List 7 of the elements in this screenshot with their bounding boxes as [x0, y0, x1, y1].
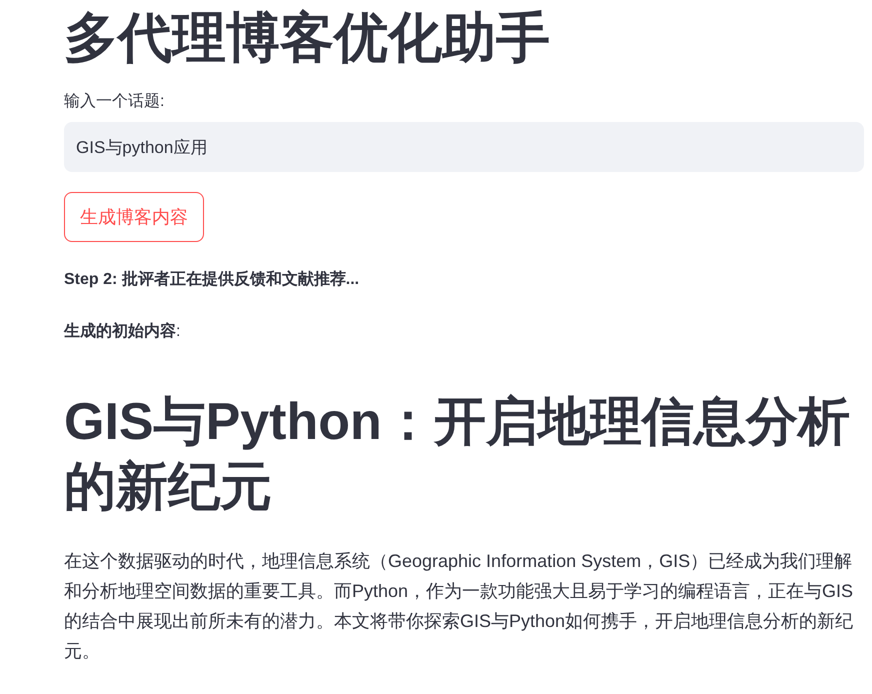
- field-label: 输入一个话题:: [64, 92, 164, 112]
- status-text: Step 2: 批评者正在提供反馈和文献推荐...: [64, 270, 360, 290]
- section-label: 生成的初始内容:: [64, 322, 180, 342]
- article-heading: GIS与Python：开启地理信息分析的新纪元: [64, 392, 851, 518]
- page-title: 多代理博客优化助手: [64, 7, 550, 70]
- topic-input-field[interactable]: GIS与python应用: [64, 122, 864, 172]
- article-paragraph: 在这个数据驱动的时代，地理信息系统（Geographic Information System，GIS）已经成为我们理解和分析地理空间数据的重要工具。而Python，作为一款功能强大且易于学习的编程语言，正在与GIS的结合中展现出前所未有的潜力。本文将带你探索GIS与Python如何携手，开启地理信息分析的新纪元。: [64, 550, 854, 663]
